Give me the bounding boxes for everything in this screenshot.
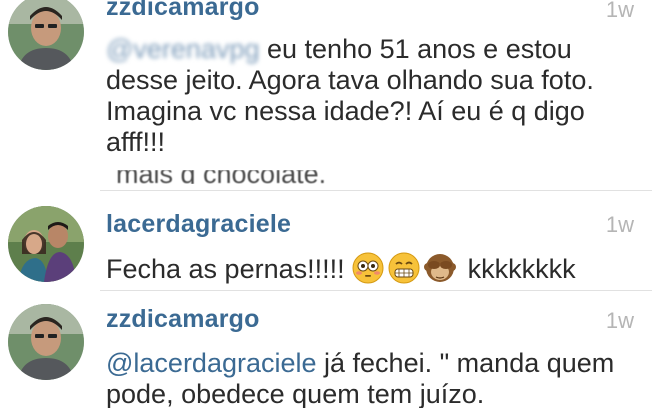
comment-body: Fecha as pernas!!!!!: [106, 254, 345, 284]
comment-text: @verenavpg eu tenho 51 anos e estou dess…: [106, 34, 636, 158]
comment-text: @lacerdagraciele já fechei. " manda quem…: [106, 348, 636, 408]
overflow-text-line: mais q chocolate.: [116, 170, 326, 184]
avatar[interactable]: [8, 304, 84, 380]
see-no-evil-monkey-icon: [424, 252, 457, 284]
comment-timestamp: 1w: [605, 0, 634, 22]
comments-list: zzdicamargo 1w @verenavpg eu tenho 51 an…: [0, 0, 652, 408]
comment-username[interactable]: lacerdagraciele: [106, 210, 291, 239]
avatar[interactable]: [8, 206, 84, 282]
comment-username[interactable]: zzdicamargo: [106, 0, 260, 22]
profile-photo-icon: [8, 304, 84, 380]
comment-item: lacerdagraciele 1w Fecha as pernas!!!!! …: [0, 190, 652, 290]
comment-item: zzdicamargo 1w @verenavpg eu tenho 51 an…: [0, 0, 652, 190]
comment-mention[interactable]: @verenavpg: [106, 34, 260, 64]
profile-photo-icon: [8, 0, 84, 70]
profile-photo-icon: [8, 206, 84, 282]
comment-body-suffix: kkkkkkkk: [460, 254, 576, 284]
avatar[interactable]: [8, 0, 84, 70]
comment-username[interactable]: zzdicamargo: [106, 305, 260, 334]
comment-text: Fecha as pernas!!!!! kkkkkkkk: [106, 252, 636, 285]
grimacing-face-icon: [388, 252, 420, 284]
comment-timestamp: 1w: [605, 308, 634, 333]
comment-item: zzdicamargo 1w @lacerdagraciele já feche…: [0, 290, 652, 408]
flushed-face-icon: [352, 252, 384, 284]
comment-mention[interactable]: @lacerdagraciele: [106, 348, 317, 378]
comment-timestamp: 1w: [605, 212, 634, 237]
